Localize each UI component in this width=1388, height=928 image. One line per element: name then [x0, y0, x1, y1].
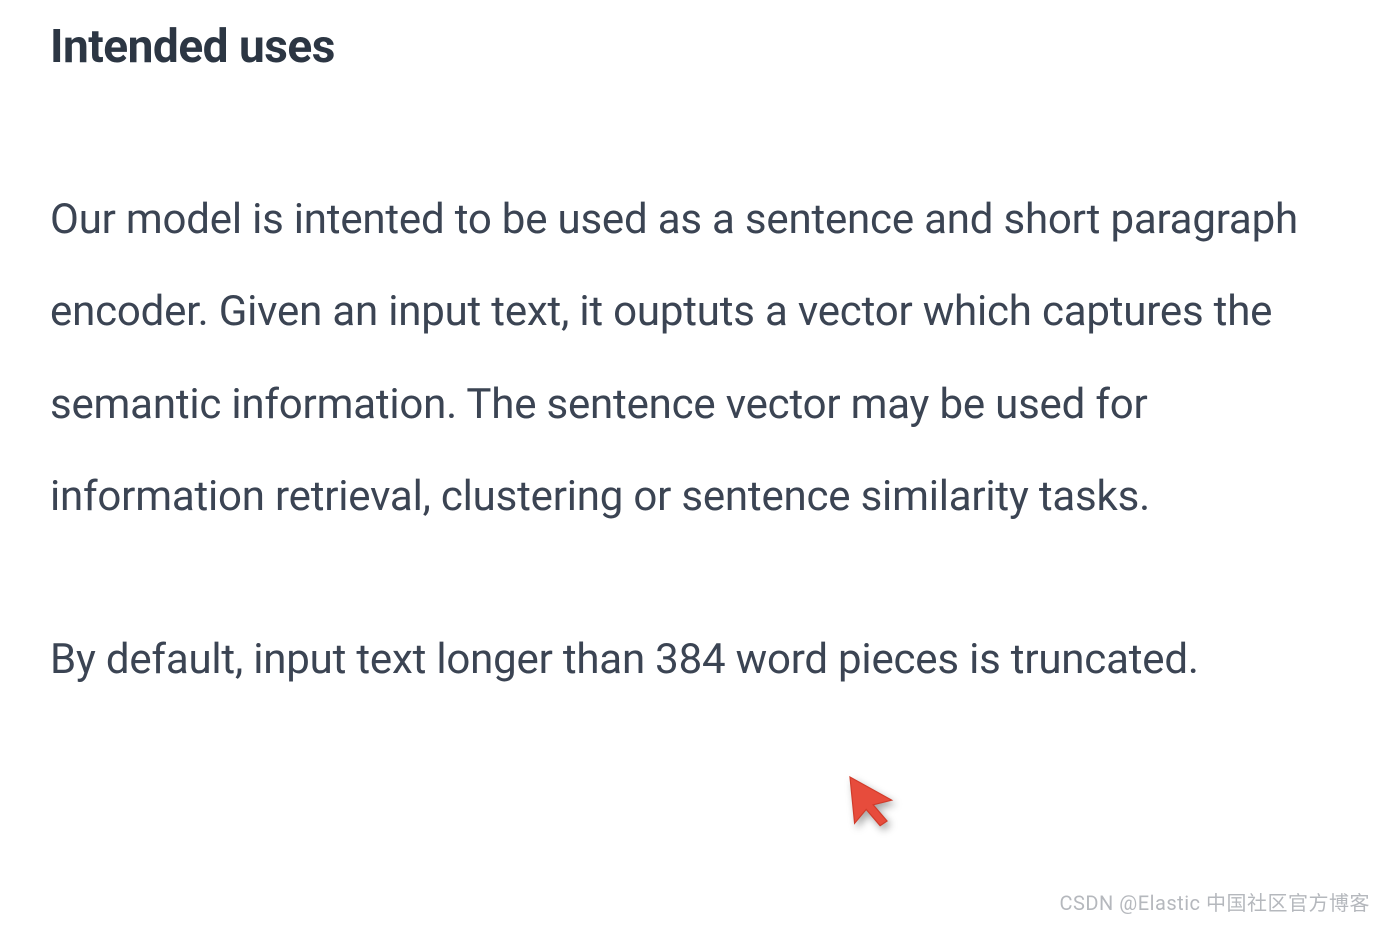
- paragraph-truncation: By default, input text longer than 384 w…: [50, 614, 1338, 706]
- paragraph-intended-uses: Our model is intented to be used as a se…: [50, 174, 1338, 544]
- cursor-arrow-icon: [843, 770, 901, 828]
- watermark-text: CSDN @Elastic 中国社区官方博客: [1060, 887, 1370, 916]
- section-heading: Intended uses: [50, 20, 1338, 74]
